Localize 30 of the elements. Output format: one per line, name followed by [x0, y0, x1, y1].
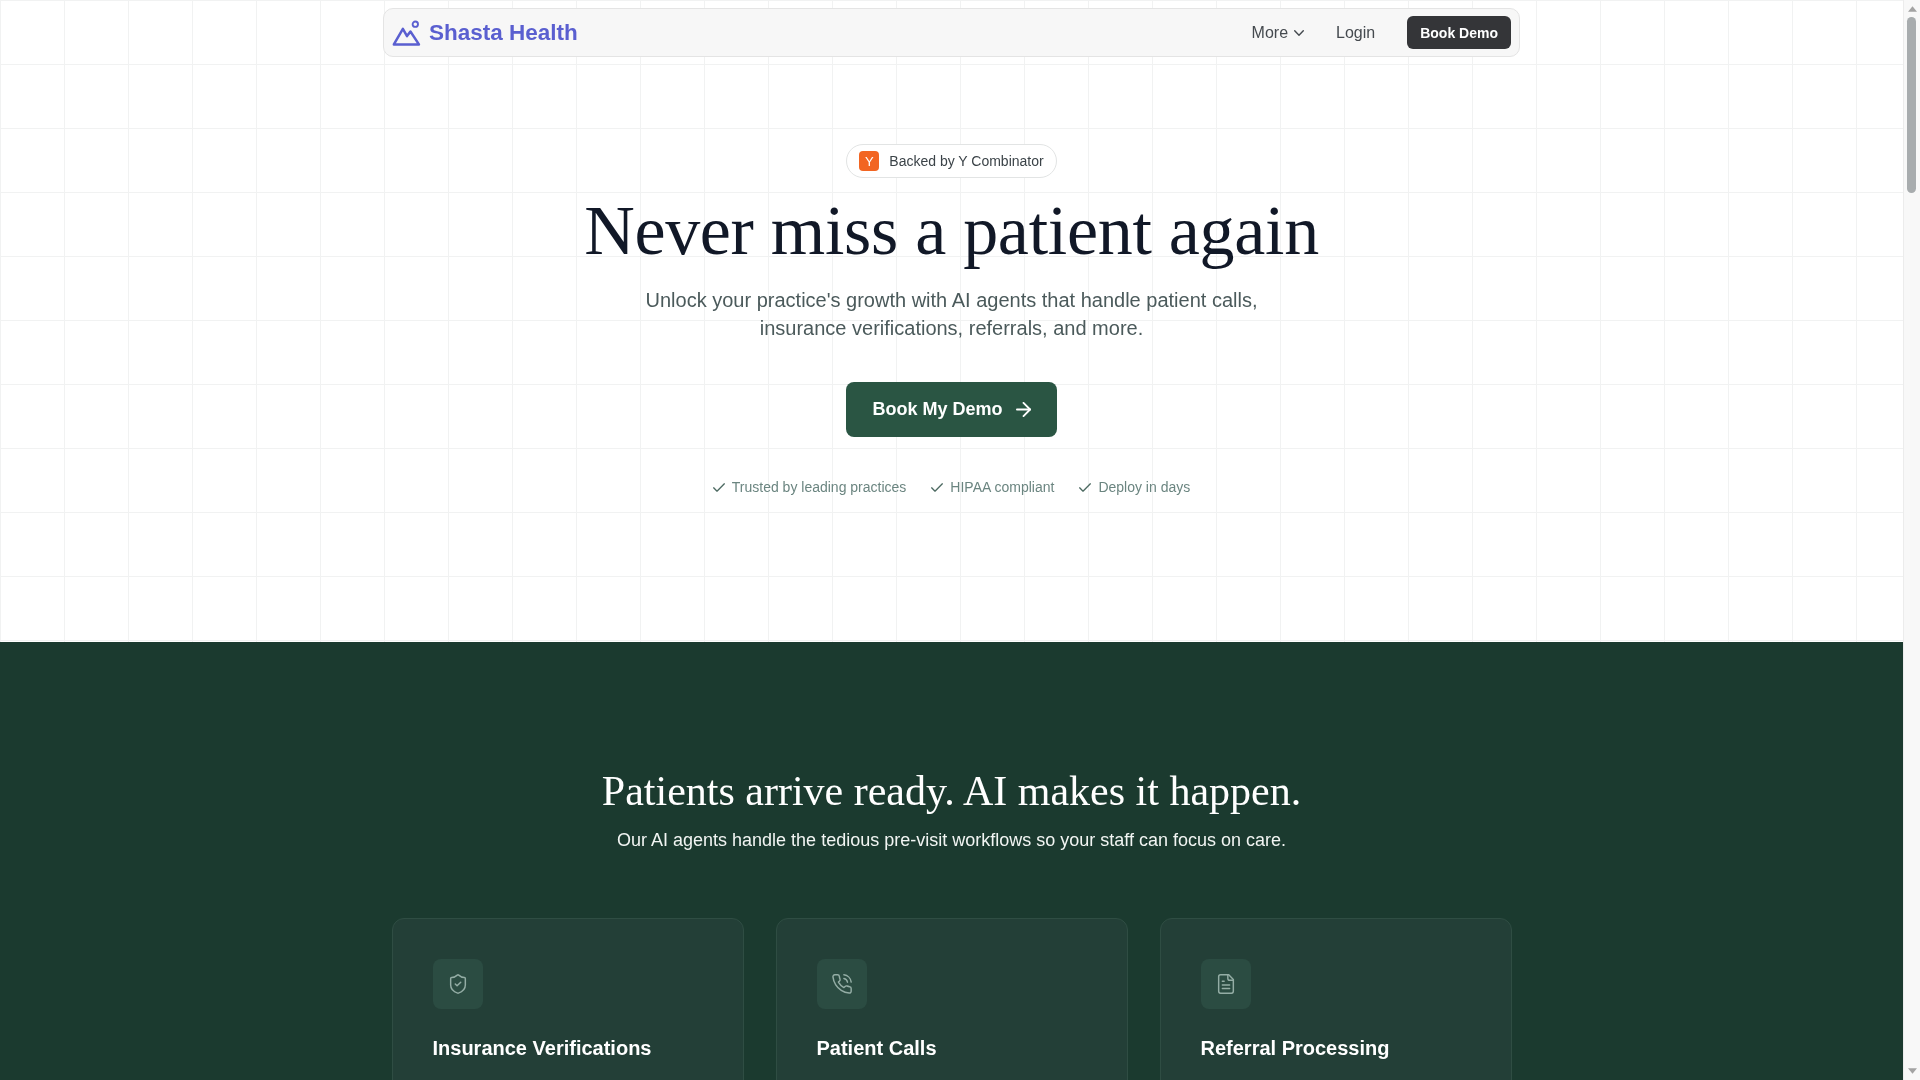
- book-demo-button[interactable]: Book Demo: [1407, 16, 1511, 49]
- scroll-down-icon[interactable]: [1908, 1068, 1917, 1074]
- chevron-down-icon: [1294, 29, 1305, 36]
- section-subtitle: Our AI agents handle the tedious pre-visit workflows so your staff can focus on care.: [617, 829, 1286, 852]
- check-icon: [712, 482, 725, 492]
- hero-subtitle: Unlock your practice's growth with AI agents that handle patient calls, insurance verifications, referrals, and more.: [644, 288, 1259, 341]
- highlight-text: Deploy in days: [1098, 478, 1191, 497]
- card-title: Insurance Verifications: [432, 1036, 653, 1061]
- document-icon: [1200, 959, 1251, 1009]
- badge-text: Backed by Y Combinator: [889, 153, 1044, 169]
- scrollbar-thumb[interactable]: [1907, 17, 1916, 193]
- scroll-up-icon[interactable]: [1908, 6, 1917, 12]
- mountain-logo-icon: [392, 19, 421, 46]
- arrow-right-icon: [1015, 402, 1031, 417]
- login-link[interactable]: Login: [1336, 23, 1376, 42]
- phone-call-icon: [816, 959, 867, 1009]
- section-heading: Patients arrive ready. AI makes it happen.: [601, 767, 1302, 816]
- y-logo: Y: [859, 151, 880, 171]
- card-title: Patient Calls: [816, 1036, 938, 1061]
- card-title: Referral Processing: [1200, 1036, 1391, 1061]
- shield-check-icon: [432, 959, 483, 1009]
- highlight-text: HIPAA compliant: [950, 478, 1055, 497]
- brand-link[interactable]: Shasta Health: [392, 19, 578, 46]
- book-my-demo-button[interactable]: Book My Demo: [846, 382, 1057, 437]
- highlight-text: Trusted by leading practices: [731, 478, 907, 497]
- hero-headline: Never miss a patient again: [584, 191, 1319, 271]
- check-icon: [931, 482, 944, 492]
- more-menu-button[interactable]: More: [1251, 23, 1305, 42]
- check-icon: [1079, 482, 1092, 492]
- scrollbar-track[interactable]: [1903, 0, 1920, 1080]
